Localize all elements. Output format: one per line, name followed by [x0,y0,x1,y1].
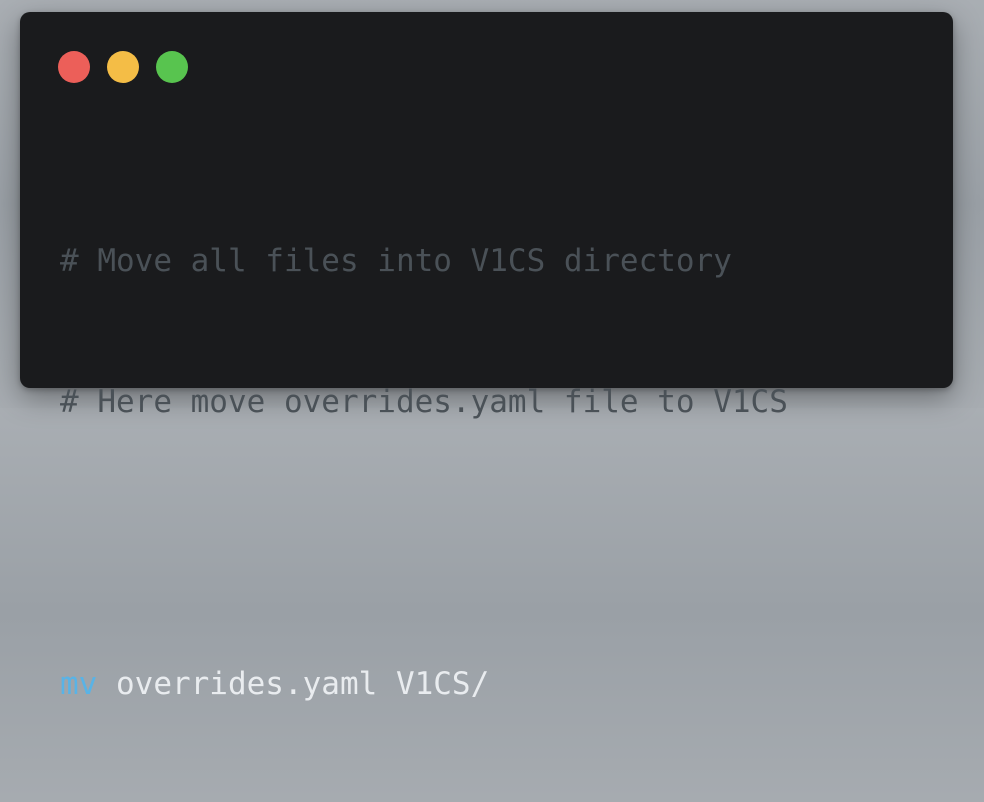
code-block: # Move all files into V1CS directory # H… [60,144,788,802]
window-controls [58,51,188,83]
command-keyword: mv [60,666,98,702]
maximize-button[interactable] [156,51,188,83]
command-arguments: overrides.yaml V1CS/ [97,666,490,702]
code-comment-line: # Move all files into V1CS directory [60,243,732,279]
minimize-button[interactable] [107,51,139,83]
code-comment-line: # Here move overrides.yaml file to V1CS [60,384,788,420]
code-snippet-window: # Move all files into V1CS directory # H… [20,12,953,702]
close-button[interactable] [58,51,90,83]
command-line: mv overrides.yaml V1CS/ [60,661,788,708]
